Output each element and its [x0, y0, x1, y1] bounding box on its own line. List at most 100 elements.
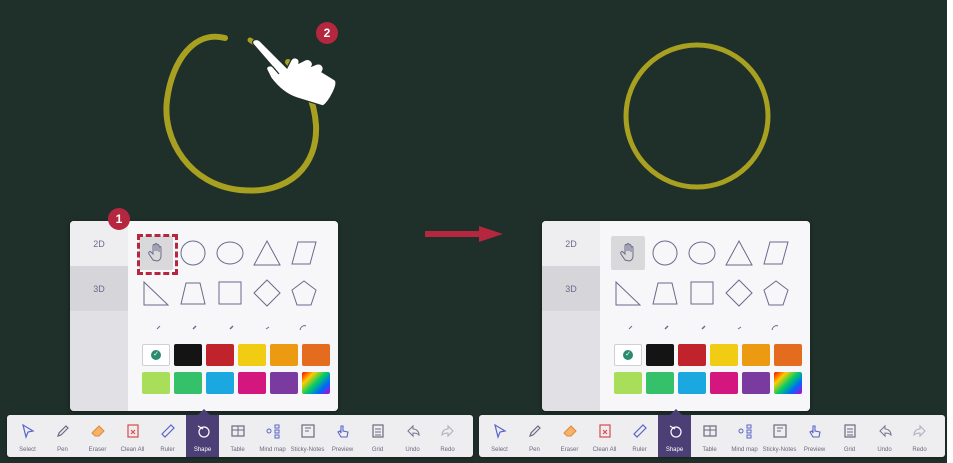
preview-label: Preview: [331, 447, 354, 453]
tab-3d[interactable]: 3D: [70, 266, 128, 311]
color-lime-swatch[interactable]: [614, 372, 642, 394]
eraser-button[interactable]: Eraser: [553, 415, 586, 457]
undo-label: Undo: [405, 447, 420, 453]
circle-icon: [180, 240, 206, 266]
color-purple-swatch[interactable]: [742, 372, 770, 394]
select-button[interactable]: Select: [483, 415, 516, 457]
shape-parallelogram[interactable]: [287, 236, 321, 270]
mind-map-icon: [738, 424, 751, 439]
eraser-label: Eraser: [560, 447, 579, 453]
grid-label: Grid: [843, 447, 856, 453]
shape-trapezoid[interactable]: [176, 276, 210, 310]
mind-map-icon: [266, 424, 279, 439]
panel-sidebar: 2D 3D: [70, 221, 128, 411]
color-red-swatch[interactable]: [678, 344, 706, 366]
mind-map-label: Mind map: [259, 447, 286, 453]
color-palette-swatch[interactable]: [774, 372, 802, 394]
shape-ellipse[interactable]: [213, 236, 247, 270]
color-magenta-swatch[interactable]: [238, 372, 266, 394]
pen-label: Pen: [57, 447, 68, 453]
table-icon: [702, 425, 717, 437]
redo-icon: [440, 424, 454, 438]
clean-all-button[interactable]: Clean All: [588, 415, 621, 457]
shape-diamond[interactable]: [722, 276, 756, 310]
stroke-width-options[interactable]: [142, 321, 332, 333]
pentagon-icon: [291, 280, 317, 306]
shape-button[interactable]: Shape: [186, 415, 219, 457]
grid-icon: [843, 424, 856, 438]
shape-pentagon[interactable]: [287, 276, 321, 310]
shape-button[interactable]: Shape: [658, 415, 691, 457]
mind-map-button[interactable]: Mind map: [256, 415, 289, 457]
color-blue-swatch[interactable]: [206, 372, 234, 394]
redo-button[interactable]: Redo: [431, 415, 464, 457]
color-magenta-swatch[interactable]: [710, 372, 738, 394]
diamond-icon: [253, 279, 281, 307]
color-palette-swatch[interactable]: [302, 372, 330, 394]
shape-triangle[interactable]: [250, 236, 284, 270]
color-green-swatch[interactable]: [174, 372, 202, 394]
eraser-button[interactable]: Eraser: [81, 415, 114, 457]
color-blue-swatch[interactable]: [678, 372, 706, 394]
tab-2d[interactable]: 2D: [542, 221, 600, 266]
color-yellow-swatch[interactable]: [238, 344, 266, 366]
tab-3d[interactable]: 3D: [542, 266, 600, 311]
ruler-label: Ruler: [160, 447, 175, 453]
grid-button[interactable]: Grid: [361, 415, 394, 457]
preview-label: Preview: [803, 447, 826, 453]
shape-trapezoid[interactable]: [648, 276, 682, 310]
shape-label: Shape: [665, 447, 684, 453]
shape-ellipse[interactable]: [685, 236, 719, 270]
ruler-button[interactable]: Ruler: [151, 415, 184, 457]
shape-right-triangle[interactable]: [611, 276, 645, 310]
shape-label: Shape: [193, 447, 212, 453]
pen-button[interactable]: Pen: [46, 415, 79, 457]
undo-button[interactable]: Undo: [396, 415, 429, 457]
ruler-button[interactable]: Ruler: [623, 415, 656, 457]
redo-button[interactable]: Redo: [903, 415, 936, 457]
shape-hand-select[interactable]: [611, 236, 645, 270]
shape-triangle[interactable]: [722, 236, 756, 270]
shape-diamond[interactable]: [250, 276, 284, 310]
shape-circle[interactable]: [648, 236, 682, 270]
clean-all-button[interactable]: Clean All: [116, 415, 149, 457]
select-button[interactable]: Select: [11, 415, 44, 457]
table-button[interactable]: Table: [693, 415, 726, 457]
shape-parallelogram[interactable]: [759, 236, 793, 270]
color-green-swatch[interactable]: [646, 372, 674, 394]
shape-pentagon[interactable]: [759, 276, 793, 310]
color-dark-orange-swatch[interactable]: [774, 344, 802, 366]
right-triangle-icon: [615, 280, 642, 306]
color-orange-swatch[interactable]: [742, 344, 770, 366]
sticky-notes-button[interactable]: Sticky-Notes: [291, 415, 324, 457]
square-icon: [218, 281, 242, 305]
stroke-width-options[interactable]: [614, 321, 804, 333]
pen-button[interactable]: Pen: [518, 415, 551, 457]
shape-right-triangle[interactable]: [139, 276, 173, 310]
preview-button[interactable]: Preview: [326, 415, 359, 457]
color-orange-swatch[interactable]: [270, 344, 298, 366]
color-black-swatch[interactable]: [646, 344, 674, 366]
color-yellow-swatch[interactable]: [710, 344, 738, 366]
shape-square[interactable]: [685, 276, 719, 310]
pen-label: Pen: [529, 447, 540, 453]
color-white-swatch[interactable]: ✓: [142, 344, 170, 366]
color-white-swatch[interactable]: ✓: [614, 344, 642, 366]
undo-button[interactable]: Undo: [868, 415, 901, 457]
shape-square[interactable]: [213, 276, 247, 310]
color-black-swatch[interactable]: [174, 344, 202, 366]
triangle-icon: [725, 239, 753, 266]
color-lime-swatch[interactable]: [142, 372, 170, 394]
sticky-notes-button[interactable]: Sticky-Notes: [763, 415, 796, 457]
preview-button[interactable]: Preview: [798, 415, 831, 457]
panel-sidebar: 2D 3D: [542, 221, 600, 411]
color-purple-swatch[interactable]: [270, 372, 298, 394]
table-button[interactable]: Table: [221, 415, 254, 457]
cursor-icon: [21, 423, 35, 439]
color-red-swatch[interactable]: [206, 344, 234, 366]
shape-circle[interactable]: [176, 236, 210, 270]
mind-map-button[interactable]: Mind map: [728, 415, 761, 457]
grid-button[interactable]: Grid: [833, 415, 866, 457]
color-dark-orange-swatch[interactable]: [302, 344, 330, 366]
shape-panel-left: 2D 3D ✓: [70, 221, 338, 411]
